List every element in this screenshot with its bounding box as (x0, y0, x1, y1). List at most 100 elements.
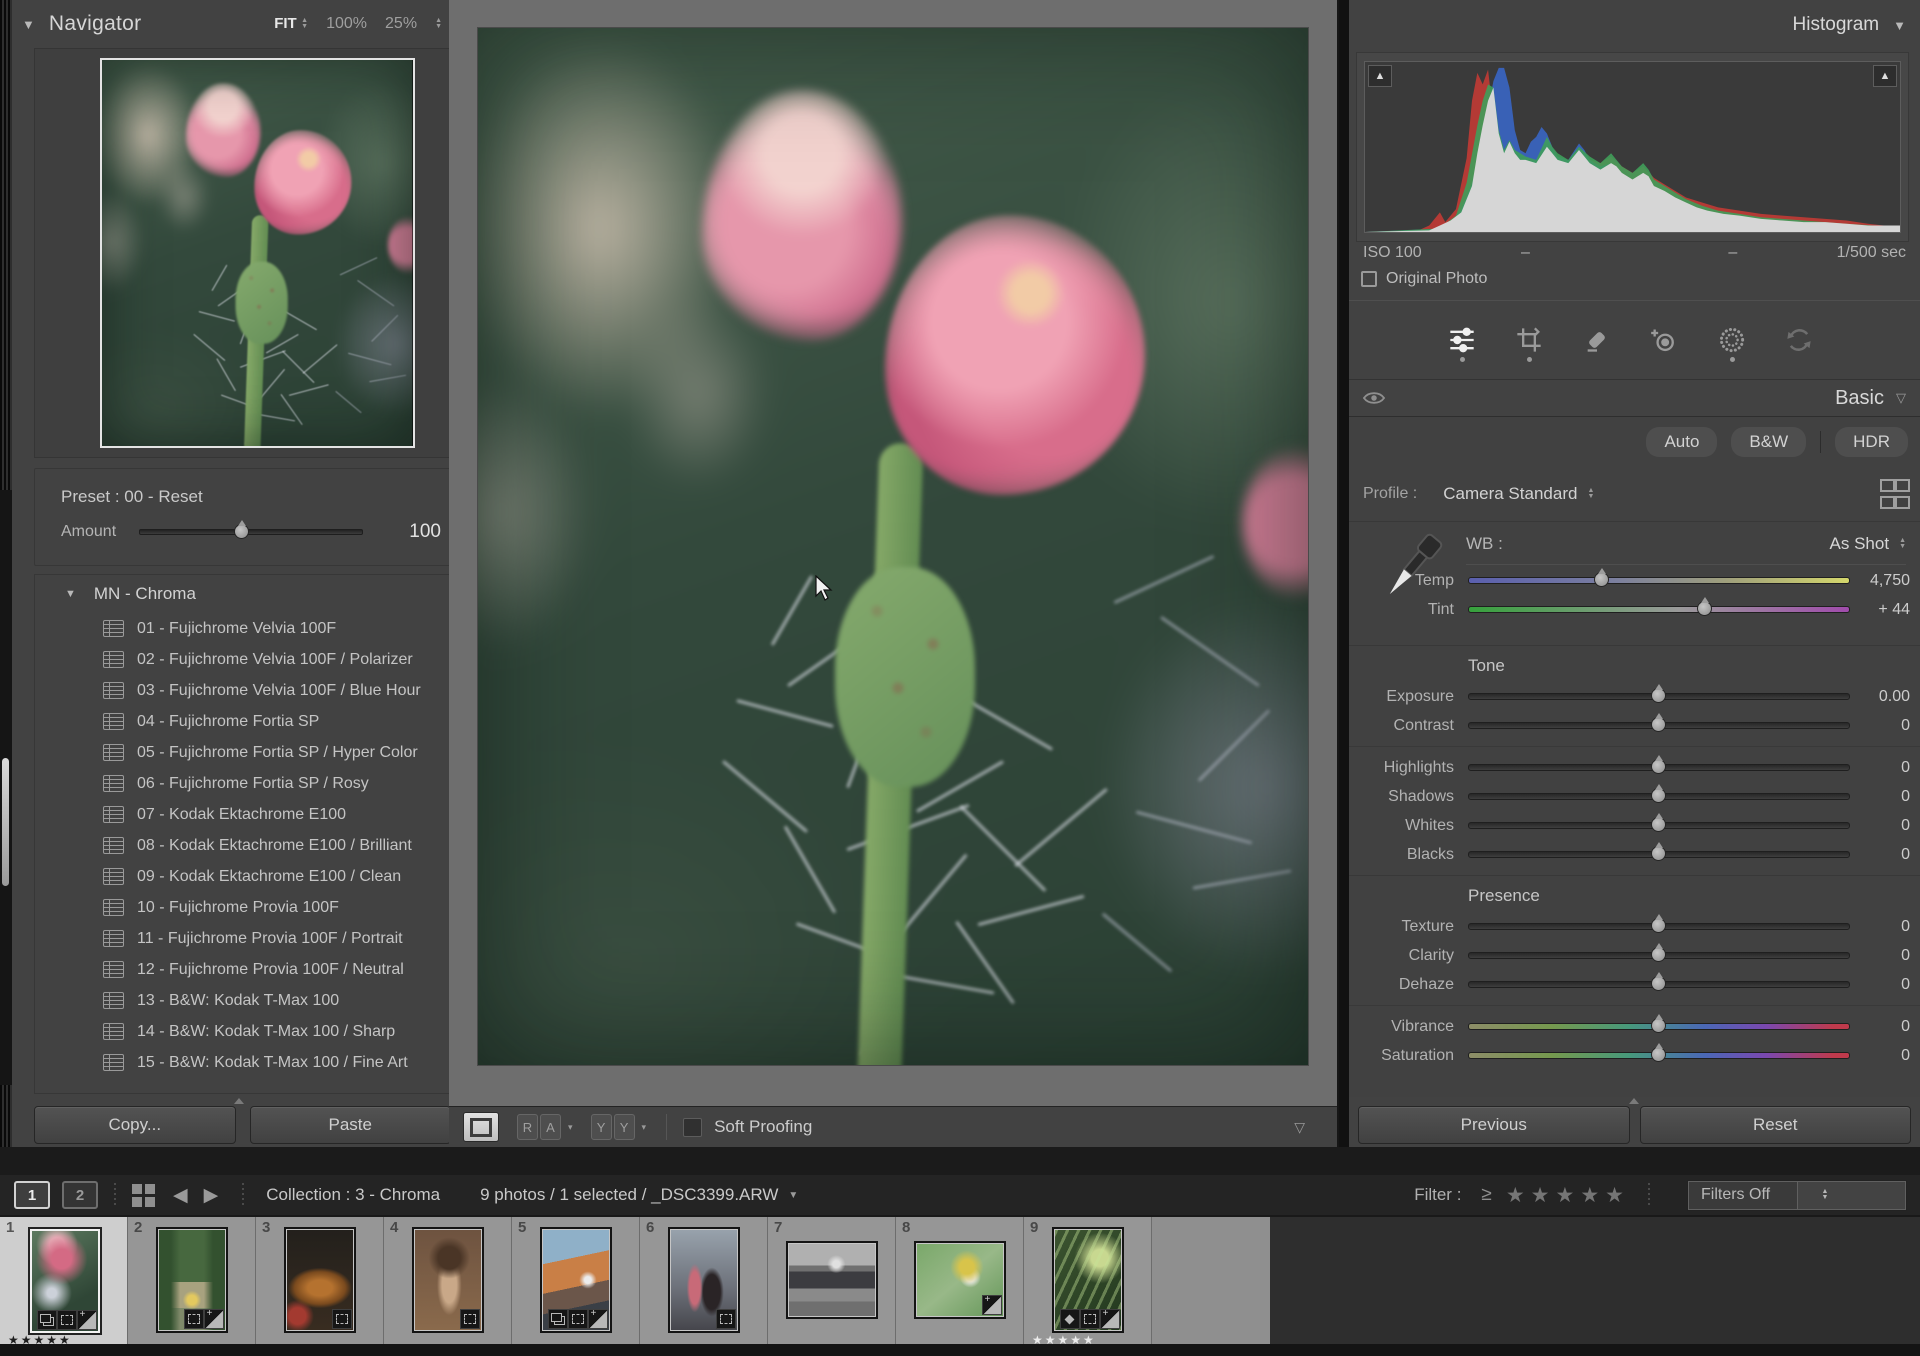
saturation-slider-knob[interactable] (1651, 1047, 1666, 1062)
adjustments-badge-icon[interactable] (204, 1309, 224, 1329)
shadows-value[interactable]: 0 (1850, 788, 1910, 806)
panel-grip-top[interactable] (0, 0, 12, 490)
preset-item[interactable]: 02 - Fujichrome Velvia 100F / Polarizer (35, 644, 452, 675)
filmstrip-cell[interactable]: 6 (640, 1217, 768, 1346)
highlights-slider-track[interactable] (1468, 764, 1850, 771)
filters-dropdown-stepper-icon[interactable] (1797, 1182, 1906, 1209)
crop-badge-icon[interactable] (184, 1309, 204, 1329)
enhance-badge-icon[interactable] (1060, 1309, 1080, 1329)
before-after-right-button[interactable]: A (540, 1114, 561, 1140)
compare-dropdown-icon[interactable]: ▾ (642, 1122, 647, 1133)
photo-thumbnail[interactable] (30, 1229, 100, 1333)
crop-badge-icon[interactable] (57, 1310, 77, 1330)
amount-slider-knob[interactable] (234, 524, 249, 539)
clarity-slider-track[interactable] (1468, 952, 1850, 959)
zoom-fit-control[interactable]: FIT (274, 15, 308, 33)
photo-thumbnail[interactable] (670, 1229, 738, 1331)
photo-thumbnail[interactable] (158, 1229, 226, 1331)
collection-breadcrumb[interactable]: Collection : 3 - Chroma (266, 1185, 440, 1205)
photo-thumbnail[interactable] (916, 1243, 1004, 1317)
highlight-clipping-indicator[interactable]: ▲ (1873, 65, 1897, 87)
shadows-slider-knob[interactable] (1651, 788, 1666, 803)
photo-thumbnail[interactable] (1054, 1229, 1122, 1331)
photo-thumbnail[interactable] (414, 1229, 482, 1331)
amount-value[interactable]: 100 (409, 521, 441, 543)
wb-stepper-icon[interactable] (1899, 538, 1906, 550)
preset-item[interactable]: 05 - Fujichrome Fortia SP / Hyper Color (35, 737, 452, 768)
profile-value[interactable]: Camera Standard (1443, 484, 1577, 504)
preset-group-header[interactable]: ▼ MN - Chroma (35, 575, 452, 613)
zoom-25-control[interactable]: 25% (385, 15, 417, 33)
adjustments-badge-icon[interactable] (1100, 1309, 1120, 1329)
panel-collapse-caret[interactable] (234, 1098, 244, 1104)
healing-tool-icon[interactable] (1580, 318, 1614, 362)
filmstrip-cell[interactable]: 3 (256, 1217, 384, 1346)
filmstrip-cell[interactable]: 2 (128, 1217, 256, 1346)
zoom-level-stepper-icon[interactable] (435, 18, 442, 30)
whites-slider-knob[interactable] (1651, 817, 1666, 832)
shadows-slider-track[interactable] (1468, 793, 1850, 800)
preset-item[interactable]: 09 - Kodak Ektachrome E100 / Clean (35, 861, 452, 892)
group-expand-icon[interactable]: ▼ (65, 588, 76, 600)
collection-badge-icon[interactable] (548, 1309, 568, 1329)
filmstrip-cell[interactable]: 4 (384, 1217, 512, 1346)
original-photo-checkbox[interactable] (1361, 271, 1377, 287)
vibrance-slider-track[interactable] (1468, 1023, 1850, 1030)
amount-slider-track[interactable] (139, 529, 363, 535)
paste-button[interactable]: Paste (250, 1106, 452, 1144)
texture-slider-track[interactable] (1468, 923, 1850, 930)
red-eye-tool-icon[interactable] (1647, 318, 1681, 362)
sync-tool-icon[interactable] (1782, 318, 1816, 362)
whites-slider-track[interactable] (1468, 822, 1850, 829)
preset-item[interactable]: 14 - B&W: Kodak T-Max 100 / Sharp (35, 1016, 452, 1047)
preset-item[interactable]: 07 - Kodak Ektachrome E100 (35, 799, 452, 830)
blacks-slider-track[interactable] (1468, 851, 1850, 858)
masking-tool-icon[interactable] (1715, 318, 1749, 362)
exposure-slider-knob[interactable] (1651, 688, 1666, 703)
navigator-preview[interactable] (100, 58, 415, 448)
second-window-button[interactable]: 2 (62, 1181, 98, 1209)
crop-badge-icon[interactable] (1080, 1309, 1100, 1329)
basic-panel-title[interactable]: Basic (1835, 387, 1884, 410)
rating-threshold-icon[interactable]: ≥ (1481, 1184, 1491, 1206)
highlights-value[interactable]: 0 (1850, 759, 1910, 777)
bw-button[interactable]: B&W (1731, 427, 1806, 457)
compare-right-button[interactable]: Y (614, 1114, 635, 1140)
selection-info[interactable]: 9 photos / 1 selected / _DSC3399.ARW (480, 1185, 778, 1205)
next-photo-icon[interactable]: ▶ (204, 1184, 219, 1207)
reset-button[interactable]: Reset (1640, 1106, 1912, 1144)
tint-value[interactable]: + 44 (1850, 601, 1910, 619)
saturation-value[interactable]: 0 (1850, 1047, 1910, 1065)
dehaze-slider-knob[interactable] (1651, 976, 1666, 991)
contrast-value[interactable]: 0 (1850, 717, 1910, 735)
grid-view-icon[interactable] (132, 1184, 155, 1207)
edit-tool-icon[interactable] (1445, 318, 1479, 362)
texture-value[interactable]: 0 (1850, 918, 1910, 936)
previous-button[interactable]: Previous (1358, 1106, 1630, 1144)
photo-thumbnail[interactable] (286, 1229, 354, 1331)
adjustments-badge-icon[interactable] (982, 1295, 1002, 1315)
navigator-collapse-icon[interactable]: ▼ (22, 17, 35, 32)
crop-badge-icon[interactable] (460, 1309, 480, 1329)
filmstrip-cell[interactable]: 1★★★★★ (0, 1217, 128, 1346)
zoom-100-control[interactable]: 100% (326, 15, 367, 33)
collection-badge-icon[interactable] (37, 1310, 57, 1330)
toolbar-options-icon[interactable]: ▽ (1294, 1119, 1305, 1136)
temp-slider-knob[interactable] (1594, 572, 1609, 587)
panel-eye-icon[interactable] (1363, 390, 1385, 406)
adjustments-badge-icon[interactable] (77, 1310, 97, 1330)
dehaze-value[interactable]: 0 (1850, 976, 1910, 994)
preset-item[interactable]: 11 - Fujichrome Provia 100F / Portrait (35, 923, 452, 954)
contrast-slider-knob[interactable] (1651, 717, 1666, 732)
panel-grip-bottom[interactable] (0, 1085, 12, 1155)
filmstrip-cell[interactable]: 7 (768, 1217, 896, 1346)
before-after-left-button[interactable]: R (517, 1114, 538, 1140)
preset-item[interactable]: 06 - Fujichrome Fortia SP / Rosy (35, 768, 452, 799)
clarity-slider-knob[interactable] (1651, 947, 1666, 962)
filters-dropdown[interactable]: Filters Off (1688, 1181, 1906, 1210)
shadow-clipping-indicator[interactable]: ▲ (1368, 65, 1392, 87)
preset-item[interactable]: 15 - B&W: Kodak T-Max 100 / Fine Art (35, 1047, 452, 1078)
original-photo-toggle[interactable]: Original Photo (1361, 270, 1487, 288)
preset-item[interactable]: 10 - Fujichrome Provia 100F (35, 892, 452, 923)
preset-item[interactable]: 03 - Fujichrome Velvia 100F / Blue Hour (35, 675, 452, 706)
